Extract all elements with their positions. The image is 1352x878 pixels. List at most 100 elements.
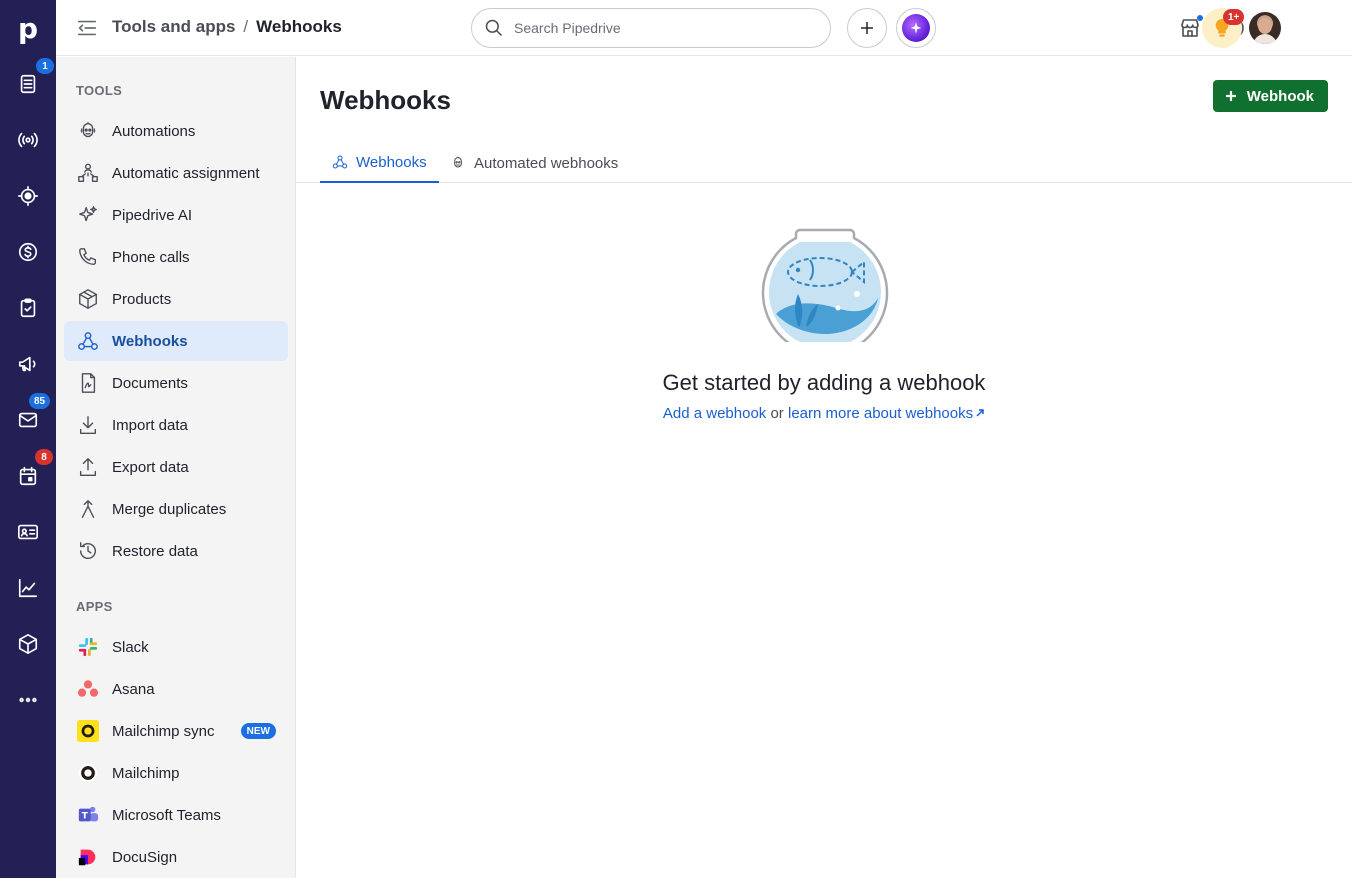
sidebar-item-merge-duplicates[interactable]: Merge duplicates — [64, 489, 288, 529]
teams-icon: T — [76, 803, 100, 827]
restore-icon — [79, 542, 96, 560]
rail-mail[interactable]: 85 — [0, 392, 56, 448]
search-icon — [485, 19, 503, 37]
docusign-icon — [76, 845, 100, 869]
rail-activities[interactable] — [0, 280, 56, 336]
sidebar-item-label: Merge duplicates — [112, 500, 227, 518]
tab-webhooks[interactable]: Webhooks — [320, 143, 439, 183]
sidebar-item-automations[interactable]: Automations — [64, 111, 288, 151]
external-link-icon — [975, 405, 985, 417]
page-title: Webhooks — [320, 85, 451, 115]
more-dots-icon — [19, 697, 37, 703]
rail-products[interactable] — [0, 616, 56, 672]
sidebar-item-label: Asana — [112, 680, 155, 698]
mail-badge: 85 — [29, 393, 51, 409]
breadcrumb: Tools and apps / Webhooks — [112, 17, 342, 37]
calendar-badge: 8 — [35, 449, 53, 465]
rail-money[interactable] — [0, 224, 56, 280]
plus-icon — [861, 22, 873, 34]
sidebar-item-microsoft-teams[interactable]: T Microsoft Teams — [64, 795, 288, 835]
top-bar: Tools and apps / Webhooks 1+ — [56, 0, 1352, 56]
empty-or-text: or — [766, 405, 788, 422]
rail-more[interactable] — [0, 672, 56, 728]
logo-text: p — [17, 11, 39, 45]
tab-automated-webhooks[interactable]: Automated webhooks — [450, 143, 618, 183]
webhook-icon — [78, 332, 98, 350]
sidebar-item-asana[interactable]: Asana — [64, 669, 288, 709]
sidebar-item-documents[interactable]: Documents — [64, 363, 288, 403]
add-webhook-button[interactable]: Webhook — [1212, 80, 1328, 112]
rail-calendar[interactable]: 8 — [0, 448, 56, 504]
sidebar-item-label: Mailchimp — [112, 764, 180, 782]
search-box[interactable] — [471, 8, 831, 48]
ai-sparkle-icon — [902, 14, 930, 42]
sidebar-toggle-button[interactable] — [76, 17, 98, 39]
notification-badge: 1+ — [1223, 9, 1245, 25]
sidebar-item-slack[interactable]: Slack — [64, 627, 288, 667]
dollar-icon — [18, 242, 38, 262]
box-icon — [18, 634, 38, 654]
sidebar-item-label: DocuSign — [112, 848, 178, 866]
tools-section-title: TOOLS — [76, 83, 123, 98]
plus-icon — [1225, 91, 1236, 101]
sidebar-item-webhooks[interactable]: Webhooks — [64, 321, 288, 361]
marketplace-button[interactable] — [1178, 15, 1203, 40]
webhook-icon — [332, 155, 348, 169]
rail-campaigns[interactable] — [0, 336, 56, 392]
learn-more-link[interactable]: learn more about webhooks — [788, 405, 973, 422]
rail-leads[interactable]: 1 — [0, 56, 56, 112]
sidebar-item-import-data[interactable]: Import data — [64, 405, 288, 445]
sidebar-item-phone-calls[interactable]: Phone calls — [64, 237, 288, 277]
collapse-menu-icon — [77, 20, 97, 36]
fishbowl-illustration — [761, 228, 889, 342]
search-input[interactable] — [514, 20, 804, 36]
sidebar-item-label: Slack — [112, 638, 149, 656]
pipedrive-logo[interactable]: p — [0, 0, 56, 56]
add-webhook-label: Webhook — [1246, 87, 1314, 105]
apps-section-title: APPS — [76, 599, 113, 614]
new-badge: NEW — [240, 723, 276, 739]
sidebar-item-mailchimp[interactable]: Mailchimp — [64, 753, 288, 793]
sidebar-item-mailchimp-sync[interactable]: Mailchimp sync NEW — [64, 711, 288, 751]
svg-text:T: T — [82, 811, 89, 822]
main-content: Webhooks Webhook Webhooks Automated webh… — [296, 57, 1352, 878]
empty-state-title: Get started by adding a webhook — [662, 370, 986, 395]
ai-assistant-button[interactable] — [896, 8, 936, 48]
asana-icon — [76, 677, 100, 701]
add-webhook-link[interactable]: Add a webhook — [663, 405, 766, 422]
breadcrumb-tools-and-apps[interactable]: Tools and apps — [112, 17, 235, 37]
sidebar-item-label: Export data — [112, 458, 189, 476]
tab-bar: Webhooks Automated webhooks — [296, 143, 1352, 183]
sidebar-item-pipedrive-ai[interactable]: Pipedrive AI — [64, 195, 288, 235]
rail-signal[interactable] — [0, 112, 56, 168]
upload-icon — [79, 458, 97, 476]
sidebar-item-docusign[interactable]: DocuSign — [64, 837, 288, 877]
quick-add-button[interactable] — [847, 8, 887, 48]
assignment-icon — [78, 163, 98, 182]
target-icon — [18, 186, 38, 206]
user-avatar[interactable] — [1249, 12, 1281, 44]
sidebar-item-restore-data[interactable]: Restore data — [64, 531, 288, 571]
box-icon — [79, 289, 97, 309]
sparkle-icon — [79, 206, 97, 222]
calendar-icon — [19, 466, 37, 486]
rail-contacts[interactable] — [0, 504, 56, 560]
leads-badge: 1 — [36, 58, 54, 74]
slack-icon — [76, 635, 100, 659]
rail-insights[interactable] — [0, 560, 56, 616]
sidebar-item-label: Products — [112, 290, 172, 308]
sidebar-item-label: Pipedrive AI — [112, 206, 193, 224]
sidebar-item-label: Automatic assignment — [112, 164, 260, 182]
sidebar-item-products[interactable]: Products — [64, 279, 288, 319]
sidebar-item-automatic-assignment[interactable]: Automatic assignment — [64, 153, 288, 193]
automation-robot-icon — [454, 156, 462, 168]
broadcast-icon — [18, 132, 38, 148]
sidebar-item-label: Automations — [112, 122, 196, 140]
left-rail: p 1 85 8 — [0, 0, 56, 878]
marketplace-dot — [1197, 15, 1203, 21]
sidebar-item-export-data[interactable]: Export data — [64, 447, 288, 487]
empty-state-subtitle: Add a webhook or learn more about webhoo… — [296, 405, 1352, 422]
automation-robot-icon — [80, 122, 96, 138]
rail-deals[interactable] — [0, 168, 56, 224]
clipboard-check-icon — [20, 298, 36, 318]
